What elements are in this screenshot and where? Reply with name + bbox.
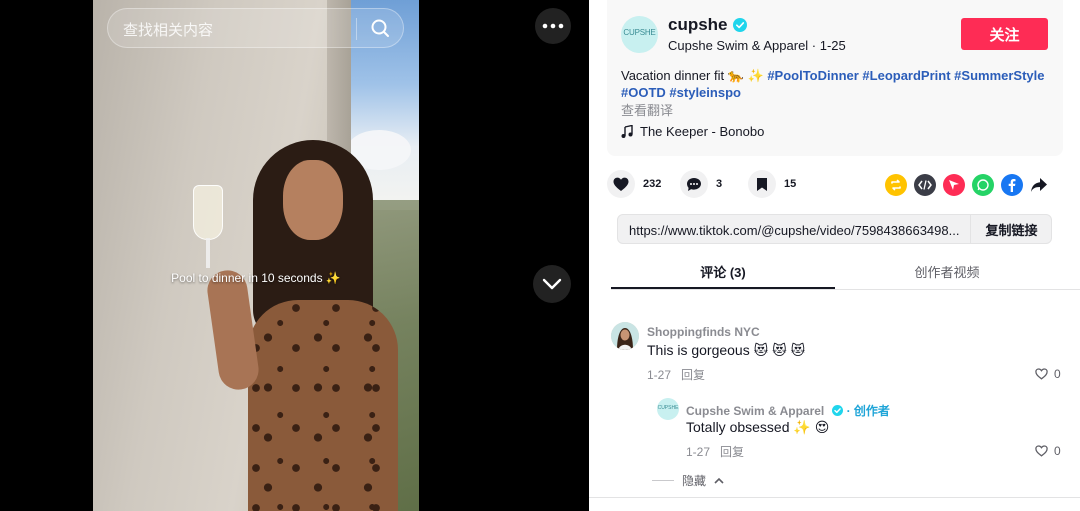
repost-icon [891, 179, 901, 191]
send-to-friends-button[interactable] [943, 174, 965, 196]
comment-count: 3 [716, 178, 723, 190]
video-link-url[interactable]: https://www.tiktok.com/@cupshe/video/759… [629, 223, 969, 238]
author-info-card: CUPSHE cupshe Cupshe Swim & Apparel · 1-… [607, 0, 1063, 156]
tab-comments[interactable]: 评论 (3) [611, 262, 835, 281]
description-text: Vacation dinner fit 🐆 ✨ [621, 68, 768, 83]
like-count: 232 [643, 178, 662, 190]
video-area: 查找相关内容 Pool to dinner in 10 seconds ✨ [0, 0, 589, 511]
search-icon [371, 19, 389, 37]
author-avatar[interactable]: CUPSHE [621, 16, 658, 53]
verified-icon [831, 405, 843, 416]
music-title: The Keeper - Bonobo [640, 124, 765, 139]
save-button[interactable]: 15 [748, 170, 796, 198]
music-note-icon [621, 125, 633, 138]
comment-icon [687, 177, 701, 191]
share-arrow-icon [1031, 178, 1047, 192]
username-row: cupshe [668, 15, 747, 35]
next-video-button[interactable] [533, 265, 571, 303]
search-input[interactable]: 查找相关内容 [107, 8, 404, 48]
reply-like-button[interactable]: 0 [1035, 444, 1061, 458]
wine-glass [193, 185, 223, 240]
verified-icon [732, 18, 747, 32]
person-face [283, 160, 343, 240]
hashtag[interactable]: #OOTD [621, 85, 666, 100]
video-link-box: https://www.tiktok.com/@cupshe/video/759… [617, 214, 1052, 244]
comment-text: This is gorgeous 😻 😻 😻 [647, 342, 806, 358]
hashtag[interactable]: #PoolToDinner [767, 68, 858, 83]
reply-date: 1-27 [686, 445, 711, 459]
reply-text: Totally obsessed ✨ 😍 [686, 419, 830, 435]
tab-creator-videos[interactable]: 创作者视频 [835, 262, 1059, 281]
reply-meta: 1-27 回复 [686, 443, 744, 460]
bookmark-icon [757, 177, 767, 191]
comment-like-button[interactable]: 0 [1035, 367, 1061, 381]
commenter-avatar[interactable] [611, 322, 639, 350]
creator-avatar[interactable]: CUPSHE [657, 398, 679, 420]
reply-author-name[interactable]: Cupshe Swim & Apparel [686, 404, 824, 418]
comment-button[interactable]: 3 [680, 170, 722, 198]
hashtag[interactable]: #LeopardPrint [862, 68, 950, 83]
comment-meta: 1-27 回复 [647, 366, 705, 383]
save-icon-wrap [748, 170, 776, 198]
more-dots-icon [542, 23, 564, 29]
active-tab-underline [611, 287, 835, 289]
like-icon-wrap [607, 170, 635, 198]
person-leopard-dress [248, 300, 398, 511]
reply-button[interactable]: 回复 [681, 368, 705, 382]
bottom-divider [589, 497, 1080, 498]
details-panel: CUPSHE cupshe Cupshe Swim & Apparel · 1-… [589, 0, 1080, 511]
author-avatar-logo: CUPSHE [623, 28, 656, 37]
music-link[interactable]: The Keeper - Bonobo [621, 124, 764, 139]
embed-button[interactable] [914, 174, 936, 196]
chevron-up-icon [714, 477, 724, 484]
comment-tabs: 评论 (3) 创作者视频 [611, 256, 1080, 290]
reply-like-count: 0 [1054, 444, 1061, 458]
facebook-icon [1008, 179, 1016, 192]
search-placeholder: 查找相关内容 [123, 22, 214, 39]
like-button[interactable]: 232 [607, 170, 661, 198]
more-options-button[interactable] [535, 8, 571, 44]
person-avatar-icon [611, 322, 639, 350]
comment-icon-wrap [680, 170, 708, 198]
see-translation-link[interactable]: 查看翻译 [621, 100, 673, 119]
comment-like-count: 0 [1054, 367, 1061, 381]
video-caption: Pool to dinner in 10 seconds ✨ [171, 271, 341, 285]
search-divider [356, 18, 357, 40]
video-player[interactable] [93, 0, 419, 511]
heart-outline-icon [1035, 368, 1048, 380]
whatsapp-icon [977, 179, 989, 191]
wine-glass-stem [206, 238, 210, 268]
reply-button[interactable]: 回复 [720, 445, 744, 459]
action-bar: 232 3 15 [607, 170, 1063, 200]
search-button[interactable] [364, 13, 396, 43]
hide-replies-label: 隐藏 [682, 474, 707, 488]
comment-date: 1-27 [647, 368, 672, 382]
author-nickname-date: Cupshe Swim & Apparel · 1-25 [668, 38, 846, 53]
repost-button[interactable] [885, 174, 907, 196]
video-person [193, 140, 413, 511]
creator-badge: · 创作者 [846, 404, 890, 418]
hide-divider-line [652, 480, 674, 481]
embed-icon [918, 180, 932, 190]
heart-outline-icon [1035, 445, 1048, 457]
save-count: 15 [784, 178, 797, 190]
more-share-button[interactable] [1028, 174, 1050, 196]
follow-button[interactable]: 关注 [961, 18, 1048, 50]
creator-avatar-logo: CUPSHE [657, 405, 679, 411]
copy-link-button[interactable]: 复制链接 [970, 215, 1052, 243]
video-description: Vacation dinner fit 🐆 ✨ #PoolToDinner #L… [621, 67, 1051, 101]
commenter-name[interactable]: Shoppingfinds NYC [647, 325, 760, 339]
reply-author-row: Cupshe Swim & Apparel · 创作者 [686, 402, 890, 419]
hide-replies-button[interactable]: 隐藏 [652, 472, 724, 489]
facebook-button[interactable] [1001, 174, 1023, 196]
whatsapp-button[interactable] [972, 174, 994, 196]
author-username[interactable]: cupshe [668, 15, 728, 35]
hashtag[interactable]: #SummerStyle [954, 68, 1044, 83]
tiktok-video-page: 查找相关内容 Pool to dinner in 10 seconds ✨ CU… [0, 0, 1080, 511]
chevron-down-icon [542, 278, 562, 290]
hashtag[interactable]: #styleinspo [669, 85, 741, 100]
heart-icon [613, 177, 629, 191]
send-icon [949, 180, 959, 190]
